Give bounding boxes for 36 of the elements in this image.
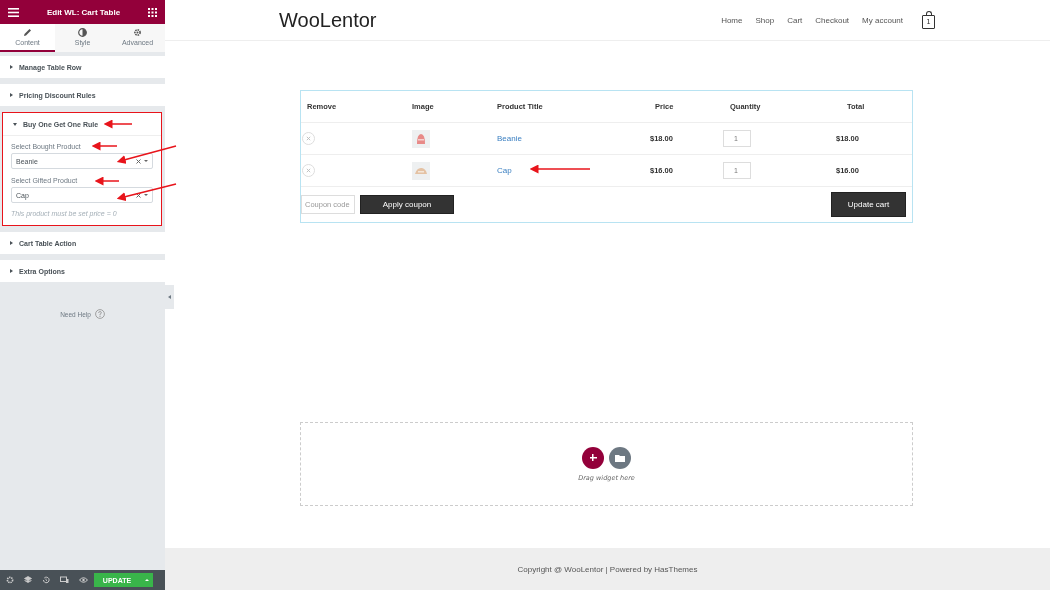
caret-icon bbox=[144, 160, 148, 162]
add-icon[interactable] bbox=[582, 446, 604, 469]
nav-link[interactable]: Home bbox=[721, 15, 743, 25]
clear-icon[interactable] bbox=[136, 158, 141, 164]
pencil-icon bbox=[23, 28, 32, 37]
nav-link[interactable]: Shop bbox=[755, 15, 775, 25]
gear-icon[interactable] bbox=[6, 576, 14, 584]
contrast-icon bbox=[78, 28, 87, 37]
grid-icon[interactable] bbox=[148, 7, 157, 17]
layers-icon[interactable] bbox=[24, 576, 32, 584]
nav-link[interactable]: My account bbox=[862, 15, 903, 25]
caret-icon bbox=[144, 194, 148, 196]
product-link[interactable]: Beanie bbox=[497, 134, 522, 143]
nav-link[interactable]: Cart bbox=[787, 15, 803, 25]
caret-icon bbox=[10, 65, 13, 69]
caret-icon bbox=[10, 93, 13, 97]
copyright-text: Copyright @ WooLentor | Powered by HasThemes bbox=[517, 564, 698, 574]
panel-title: Edit WL: Cart Table bbox=[46, 7, 121, 17]
update-cart-button[interactable]: Update cart bbox=[831, 192, 906, 217]
annotation-arrow bbox=[529, 164, 591, 174]
menu-icon[interactable] bbox=[8, 7, 19, 17]
annotation-arrow bbox=[103, 119, 133, 129]
nav-link[interactable]: Checkout bbox=[815, 15, 850, 25]
eye-icon[interactable] bbox=[79, 577, 88, 583]
history-icon[interactable] bbox=[42, 576, 50, 584]
collapse-handle[interactable] bbox=[165, 285, 174, 309]
gear-icon bbox=[133, 28, 142, 37]
devices-icon[interactable] bbox=[60, 576, 69, 584]
caret-icon bbox=[10, 269, 13, 273]
caret-icon bbox=[10, 241, 13, 245]
folder-icon[interactable] bbox=[609, 446, 631, 469]
apply-coupon-button[interactable]: Apply coupon bbox=[360, 195, 454, 214]
caret-icon bbox=[13, 122, 17, 126]
product-link[interactable]: Cap bbox=[497, 166, 512, 175]
site-logo[interactable]: WooLentor bbox=[279, 8, 377, 32]
clear-icon[interactable] bbox=[136, 192, 141, 198]
